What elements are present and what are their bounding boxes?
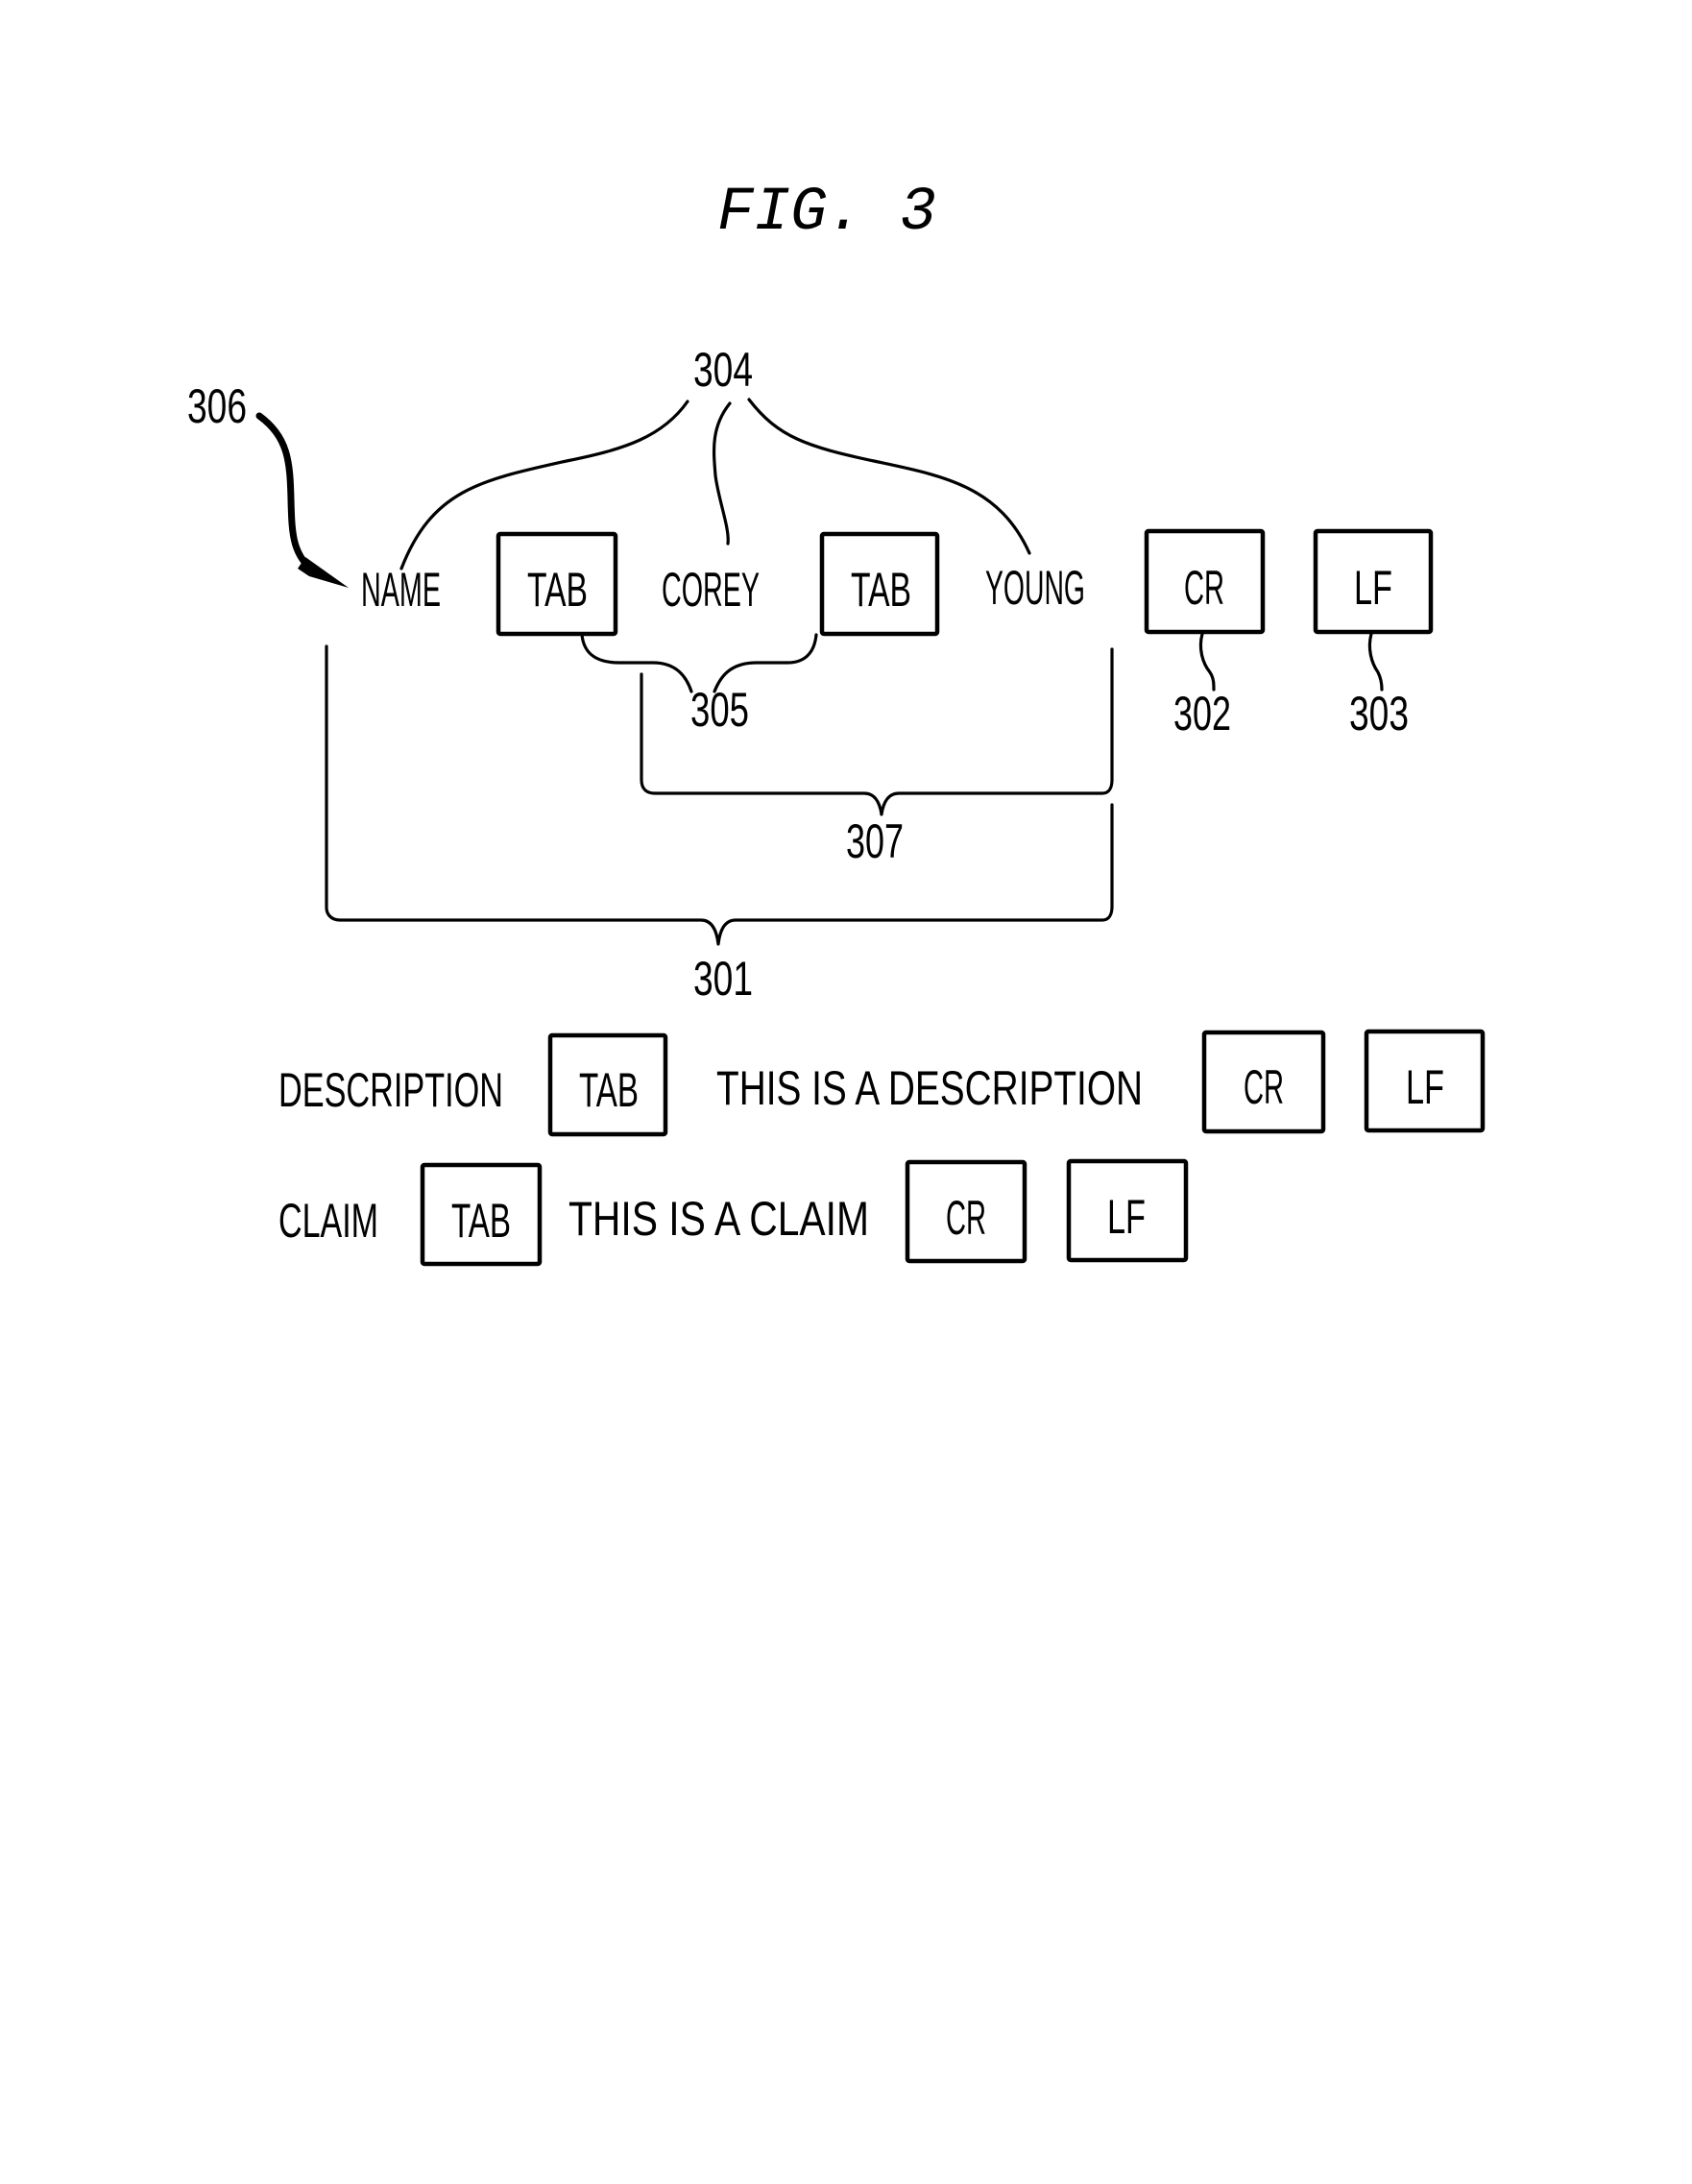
cr-box-claim-label: CR [946,1191,986,1245]
leader-304-to-young [747,398,1031,555]
leader-302 [1198,632,1216,692]
cr-box-name: CR [1144,528,1266,635]
ref-306: 306 [187,379,247,433]
name-value-part-1: COREY [662,563,760,617]
figure-canvas: FIG. 3 304 306 NAME TAB COREY TAB YOUNG … [187,179,1486,1267]
lf-box-name-label: LF [1354,561,1392,615]
name-field-label: NAME [361,563,441,617]
leader-304-to-corey [712,401,732,546]
claim-value: THIS IS A CLAIM [568,1192,869,1246]
description-value: THIS IS A DESCRIPTION [716,1061,1143,1115]
name-value-part-2: YOUNG [985,561,1085,615]
cr-box-description-label: CR [1244,1060,1284,1114]
tab-box-claim: TAB [420,1162,543,1267]
tab-box-description: TAB [547,1032,668,1137]
tab-box-1-label: TAB [527,563,588,617]
ref-302: 302 [1173,687,1231,740]
tab-box-description-label: TAB [579,1063,639,1117]
ref-307: 307 [846,814,904,868]
lf-box-description-label: LF [1406,1060,1444,1114]
leader-303 [1367,632,1384,692]
lf-box-name: LF [1313,528,1434,635]
tab-box-claim-label: TAB [451,1194,511,1248]
tab-box-1: TAB [496,531,618,637]
figure-title: FIG. 3 [717,179,936,248]
ref-304: 304 [693,343,753,397]
ref-303: 303 [1349,687,1409,740]
description-field-label: DESCRIPTION [278,1063,503,1117]
lf-box-claim-label: LF [1107,1190,1146,1244]
lf-box-description: LF [1364,1029,1486,1133]
lf-box-claim: LF [1066,1158,1189,1263]
tab-box-2-label: TAB [851,563,911,617]
tab-box-2: TAB [819,531,940,637]
cr-box-name-label: CR [1184,561,1224,615]
arrowhead-306 [298,557,349,588]
ref-305: 305 [690,683,749,737]
arrow-306 [255,412,321,578]
cr-box-claim: CR [905,1159,1027,1264]
claim-field-label: CLAIM [278,1194,378,1248]
cr-box-description: CR [1201,1030,1326,1134]
ref-301: 301 [693,952,753,1006]
